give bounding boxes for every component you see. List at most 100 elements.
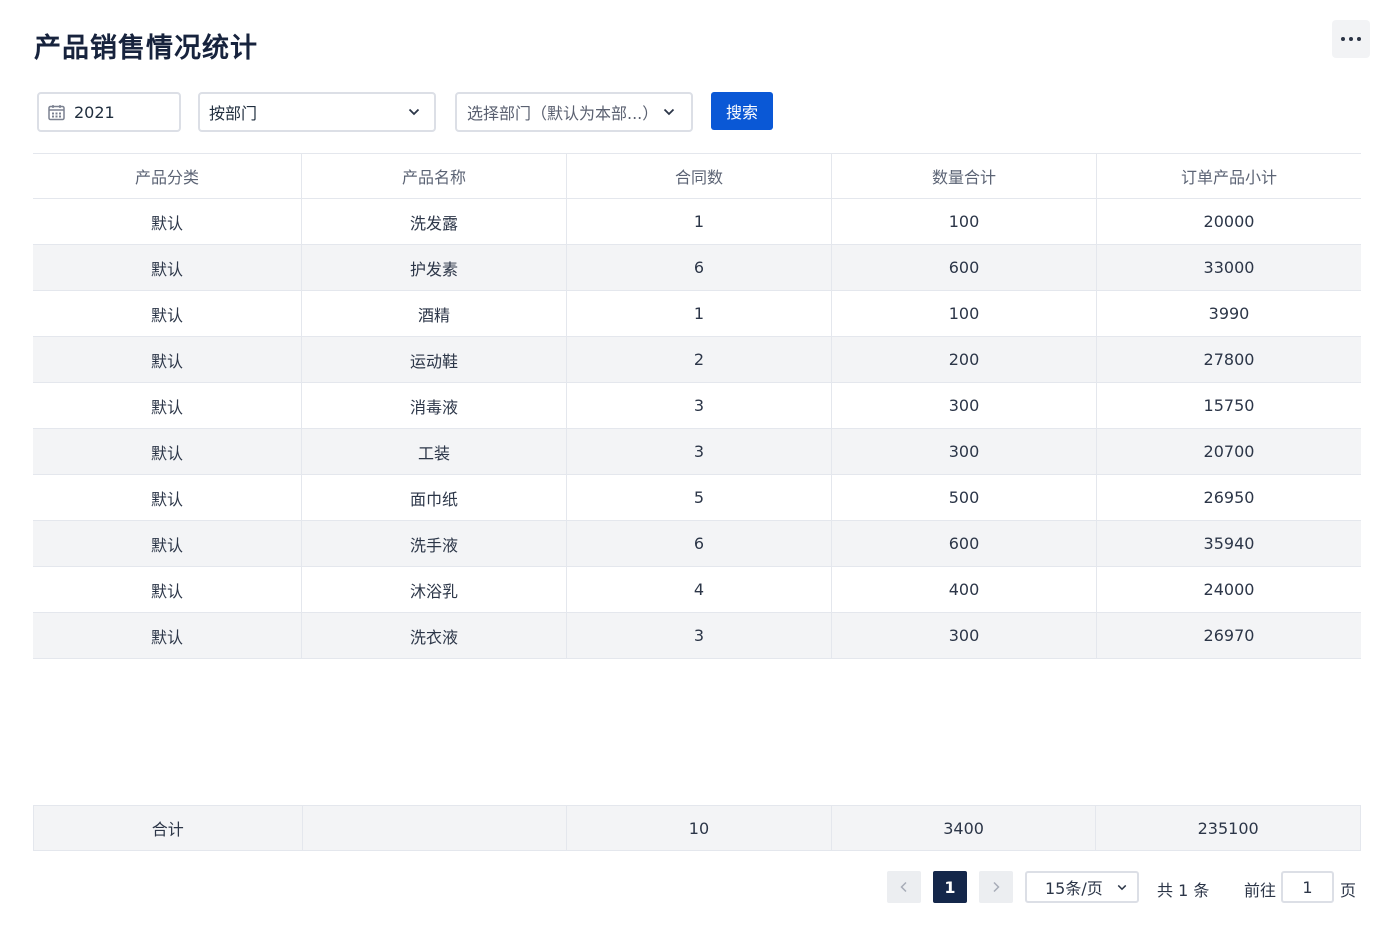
table-cell: 1: [567, 291, 832, 336]
year-value: 2021: [74, 102, 115, 122]
table-body: 默认 洗发露 1 100 20000 默认 护发素 6 600 33000 默认 酒精 1 100 3990…: [33, 199, 1361, 659]
chevron-down-icon: [1117, 884, 1127, 890]
table-cell: 洗发露: [302, 199, 567, 244]
table-cell: 1: [567, 199, 832, 244]
table-row[interactable]: 默认 面巾纸 5 500 26950: [33, 475, 1361, 521]
table-cell: 洗手液: [302, 521, 567, 566]
table-row[interactable]: 默认 洗手液 6 600 35940: [33, 521, 1361, 567]
dept-mode-select[interactable]: 按部门: [198, 92, 436, 132]
more-options-button[interactable]: [1332, 20, 1370, 58]
dept-select-placeholder: 选择部门（默认为本部...）: [467, 104, 659, 123]
table-cell: 500: [832, 475, 1097, 520]
table-cell: 600: [832, 521, 1097, 566]
table-cell: 33000: [1203, 258, 1255, 277]
table-cell: 6: [567, 521, 832, 566]
goto-label: 前往: [1244, 881, 1277, 900]
table-cell: 默认: [33, 337, 302, 382]
sales-table: 产品分类 产品名称 合同数 数量合计 订单产品小计 默认 洗发露 1 100 20000…: [33, 153, 1361, 659]
table-row[interactable]: 默认 洗发露 1 100 20000: [33, 199, 1361, 245]
table-cell: 默认: [33, 291, 302, 336]
table-cell: 默认: [33, 245, 302, 290]
table-cell: 默认: [33, 383, 302, 428]
table-row[interactable]: 默认 酒精 1 100 3990: [33, 291, 1361, 337]
table-cell: 4: [567, 567, 832, 612]
chevron-down-icon: [663, 108, 675, 116]
summary-cell: 合计: [34, 806, 303, 850]
table-cell: 沐浴乳: [302, 567, 567, 612]
table-row[interactable]: 默认 沐浴乳 4 400 24000: [33, 567, 1361, 613]
page-number-button[interactable]: 1: [933, 871, 967, 903]
table-cell: 5: [567, 475, 832, 520]
prev-page-button[interactable]: [887, 871, 921, 903]
next-page-button[interactable]: [979, 871, 1013, 903]
table-cell: 35940: [1203, 534, 1255, 553]
table-cell: 2: [567, 337, 832, 382]
dept-mode-value: 按部门: [209, 104, 258, 123]
table-cell: 运动鞋: [302, 337, 567, 382]
table-row[interactable]: 默认 洗衣液 3 300 26970: [33, 613, 1361, 659]
table-cell: 默认: [33, 199, 302, 244]
column-header[interactable]: 合同数: [567, 154, 832, 198]
table-cell: 15750: [1203, 396, 1255, 415]
column-header[interactable]: 产品分类: [33, 154, 302, 198]
table-cell: 24000: [1203, 580, 1255, 599]
dept-select[interactable]: 选择部门（默认为本部...）: [455, 92, 693, 132]
table-cell: 26970: [1203, 626, 1255, 645]
chevron-right-icon: [993, 881, 1000, 893]
table-cell: 27800: [1203, 350, 1255, 369]
table-cell: 默认: [33, 613, 302, 658]
more-icon: [1341, 37, 1345, 41]
summary-cell: 235100: [1197, 818, 1259, 838]
table-cell: 20000: [1203, 212, 1255, 231]
year-picker[interactable]: 2021: [37, 92, 181, 132]
total-count: 共 1 条: [1157, 881, 1210, 900]
table-row[interactable]: 默认 运动鞋 2 200 27800: [33, 337, 1361, 383]
table-cell: 400: [832, 567, 1097, 612]
table-cell: 3: [567, 429, 832, 474]
table-cell: 300: [832, 613, 1097, 658]
column-header[interactable]: 产品名称: [302, 154, 567, 198]
table-cell: 消毒液: [302, 383, 567, 428]
table-cell: 3: [567, 383, 832, 428]
table-cell: 100: [832, 199, 1097, 244]
more-icon-dot: [1349, 37, 1353, 41]
table-cell: 默认: [33, 521, 302, 566]
table-cell: 20700: [1203, 442, 1255, 461]
more-icon-dot: [1357, 37, 1361, 41]
table-cell: 6: [567, 245, 832, 290]
table-header-row: 产品分类 产品名称 合同数 数量合计 订单产品小计: [33, 154, 1361, 199]
table-cell: 默认: [33, 429, 302, 474]
table-cell: 300: [832, 383, 1097, 428]
table-cell: 酒精: [302, 291, 567, 336]
table-row[interactable]: 默认 护发素 6 600 33000: [33, 245, 1361, 291]
table-cell: 600: [832, 245, 1097, 290]
table-cell: 3: [567, 613, 832, 658]
summary-row: 合计 10 3400 235100: [33, 805, 1361, 851]
table-row[interactable]: 默认 工装 3 300 20700: [33, 429, 1361, 475]
table-cell: 护发素: [302, 245, 567, 290]
summary-cell: [303, 806, 568, 850]
table-cell: 200: [832, 337, 1097, 382]
table-cell: 面巾纸: [302, 475, 567, 520]
page-suffix: 页: [1340, 881, 1357, 900]
table-row[interactable]: 默认 消毒液 3 300 15750: [33, 383, 1361, 429]
page-title: 产品销售情况统计: [34, 33, 258, 64]
table-cell: 100: [832, 291, 1097, 336]
table-cell: 默认: [33, 475, 302, 520]
chevron-down-icon: [408, 108, 420, 116]
chevron-left-icon: [900, 881, 907, 893]
table-cell: 300: [832, 429, 1097, 474]
page-size-select[interactable]: 15条/页: [1025, 871, 1139, 903]
page-size-value: 15条/页: [1045, 879, 1103, 898]
table-cell: 工装: [302, 429, 567, 474]
table-cell: 3990: [1208, 304, 1250, 323]
table-cell: 26950: [1203, 488, 1255, 507]
column-header[interactable]: 订单产品小计: [1097, 154, 1361, 198]
column-header[interactable]: 数量合计: [832, 154, 1097, 198]
search-button[interactable]: 搜索: [711, 92, 773, 130]
summary-cell: 3400: [832, 806, 1097, 850]
table-cell: 洗衣液: [302, 613, 567, 658]
summary-cell: 10: [567, 806, 832, 850]
goto-page-input[interactable]: 1: [1281, 871, 1334, 903]
table-cell: 默认: [33, 567, 302, 612]
